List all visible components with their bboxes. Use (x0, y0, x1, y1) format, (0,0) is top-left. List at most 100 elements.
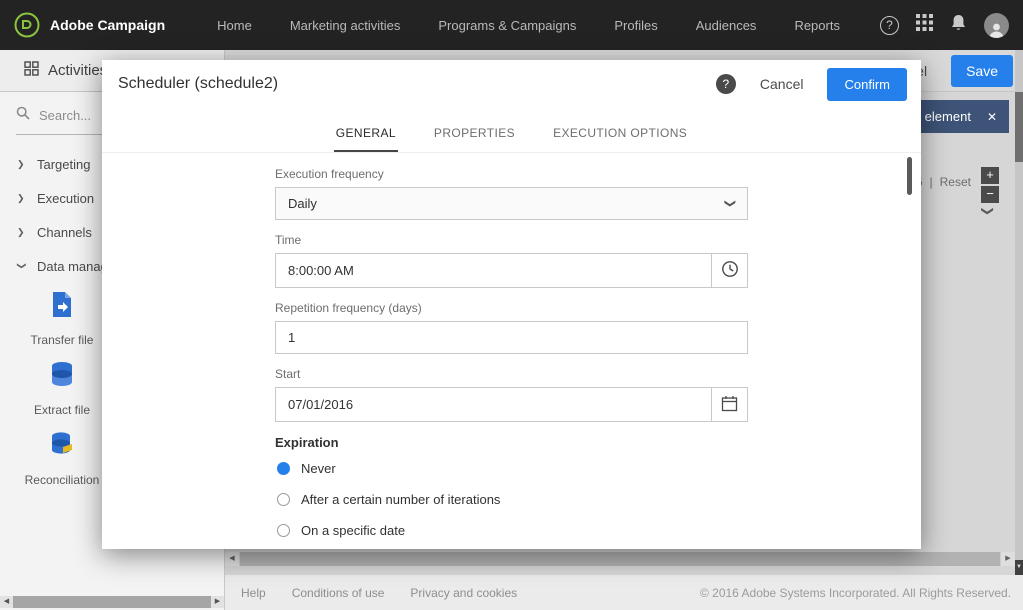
sidebar-horizontal-scrollbar: ◀ ▶ (0, 596, 224, 608)
nav-marketing-activities[interactable]: Marketing activities (290, 18, 401, 33)
time-input-group (275, 253, 748, 288)
chevron-right-icon: ❯ (17, 158, 25, 169)
save-button[interactable]: Save (951, 54, 1013, 87)
start-date-field: Start (275, 367, 748, 422)
radio-label: Never (301, 461, 336, 476)
calendar-icon (721, 395, 738, 415)
activity-label: Transfer file (30, 333, 94, 347)
zoom-panel: 6 | Reset + − (916, 167, 999, 203)
execution-frequency-field: Execution frequency Daily ❯ (275, 167, 748, 220)
copyright-text: © 2016 Adobe Systems Incorporated. All R… (699, 585, 1011, 600)
expiration-label: Expiration (275, 435, 339, 450)
scroll-right-icon[interactable]: ▶ (1001, 552, 1015, 566)
time-field: Time (275, 233, 748, 288)
zoom-in-button[interactable]: + (981, 167, 999, 184)
brand-name: Adobe Campaign (50, 17, 166, 33)
chevron-down-icon: ❯ (17, 261, 27, 270)
scroll-right-icon[interactable]: ▶ (211, 596, 224, 608)
footer-link-conditions[interactable]: Conditions of use (292, 586, 385, 600)
scroll-left-icon[interactable]: ◀ (0, 596, 13, 608)
user-avatar[interactable] (984, 12, 1009, 38)
page-vertical-scrollbar: ▼ (1015, 50, 1023, 575)
zoom-buttons: + − (981, 167, 999, 203)
dialog-tabs: GENERAL PROPERTIES EXECUTION OPTIONS (102, 108, 921, 153)
nav-profiles[interactable]: Profiles (614, 18, 657, 33)
nav-reports[interactable]: Reports (794, 18, 840, 33)
nav-home[interactable]: Home (217, 18, 252, 33)
main-nav: Home Marketing activities Programs & Cam… (217, 18, 840, 33)
tab-properties[interactable]: PROPERTIES (432, 120, 517, 152)
nav-audiences[interactable]: Audiences (696, 18, 757, 33)
section-label: Channels (37, 224, 92, 240)
dialog-scrollbar-thumb[interactable] (907, 157, 912, 195)
activities-panel-title: Activities (48, 62, 108, 79)
canvas-scrollbar-thumb[interactable] (240, 552, 1000, 566)
notifications-bell-icon[interactable] (950, 14, 967, 37)
scheduler-dialog: Scheduler (schedule2) ? Cancel Confirm G… (102, 60, 921, 549)
radio-label: On a specific date (301, 523, 406, 538)
dialog-header: Scheduler (schedule2) ? Cancel Confirm (102, 60, 921, 108)
activities-icon (24, 61, 39, 80)
top-navigation-bar: Adobe Campaign Home Marketing activities… (0, 0, 1023, 50)
brand: Adobe Campaign (14, 12, 165, 38)
radio-label: After a certain number of iterations (301, 492, 501, 507)
time-picker-button[interactable] (711, 254, 747, 287)
search-icon (16, 106, 30, 125)
expiration-option-iterations[interactable]: After a certain number of iterations (275, 492, 748, 507)
execution-frequency-label: Execution frequency (275, 167, 384, 181)
radio-unselected-icon[interactable] (277, 493, 290, 506)
sidebar-scrollbar-thumb[interactable] (13, 596, 211, 608)
tab-execution-options[interactable]: EXECUTION OPTIONS (551, 120, 689, 152)
collapse-panel-chevron-icon[interactable]: ❯ (981, 206, 995, 216)
topbar-icons: ? (880, 12, 1009, 38)
chevron-right-icon: ❯ (17, 192, 25, 203)
zoom-out-button[interactable]: − (981, 186, 999, 203)
nav-programs-campaigns[interactable]: Programs & Campaigns (438, 18, 576, 33)
execution-frequency-select[interactable]: Daily ❯ (275, 187, 748, 220)
canvas-horizontal-scrollbar: ◀ ▶ (225, 552, 1015, 566)
app-window: Adobe Campaign Home Marketing activities… (0, 0, 1023, 610)
close-icon[interactable]: ✕ (987, 110, 997, 124)
chevron-right-icon: ❯ (17, 226, 25, 237)
time-input[interactable] (276, 254, 711, 287)
execution-frequency-value: Daily (288, 196, 317, 211)
repetition-frequency-label: Repetition frequency (days) (275, 301, 422, 315)
scroll-left-icon[interactable]: ◀ (225, 552, 239, 566)
start-date-label: Start (275, 367, 301, 381)
dialog-actions: ? Cancel Confirm (715, 67, 907, 101)
dialog-title: Scheduler (schedule2) (118, 75, 279, 92)
footer-link-help[interactable]: Help (241, 586, 266, 600)
scheduler-form: Execution frequency Daily ❯ Time 8:00:00… (275, 167, 748, 538)
date-picker-button[interactable] (711, 388, 747, 421)
expiration-option-specific-date[interactable]: On a specific date (275, 523, 748, 538)
section-label: Execution (37, 190, 95, 206)
activity-label: Extract file (33, 403, 90, 417)
expiration-option-never[interactable]: Never (275, 461, 748, 476)
clock-icon (721, 260, 739, 281)
repetition-frequency-input[interactable] (275, 321, 748, 354)
adobe-campaign-logo-icon (14, 12, 40, 38)
scroll-down-icon[interactable]: ▼ (1015, 560, 1023, 575)
chevron-down-icon: ❯ (723, 198, 736, 209)
footer-link-privacy[interactable]: Privacy and cookies (410, 586, 517, 600)
time-label: Time (275, 233, 302, 247)
dialog-help-icon[interactable]: ? (715, 74, 736, 94)
dialog-confirm-button[interactable]: Confirm (827, 67, 907, 101)
activity-label: Reconciliation (24, 473, 100, 487)
page-footer: Help Conditions of use Privacy and cooki… (225, 575, 1023, 610)
dialog-body: Execution frequency Daily ❯ Time 8:00:00… (102, 153, 921, 549)
zoom-separator: | (929, 175, 933, 189)
start-date-input[interactable] (276, 388, 711, 421)
tab-general[interactable]: GENERAL (333, 120, 398, 152)
radio-unselected-icon[interactable] (277, 524, 290, 537)
section-label: Targeting (37, 156, 91, 172)
help-icon[interactable]: ? (880, 15, 899, 35)
selection-badge-label: 1 element (913, 109, 971, 124)
dialog-cancel-button[interactable]: Cancel (760, 76, 804, 92)
apps-grid-icon[interactable] (916, 14, 933, 36)
start-date-input-group (275, 387, 748, 422)
vertical-scrollbar-thumb[interactable] (1015, 92, 1023, 162)
zoom-reset-link[interactable]: Reset (940, 175, 971, 189)
zoom-status: 6 | Reset (916, 175, 971, 189)
radio-selected-icon[interactable] (277, 462, 290, 475)
